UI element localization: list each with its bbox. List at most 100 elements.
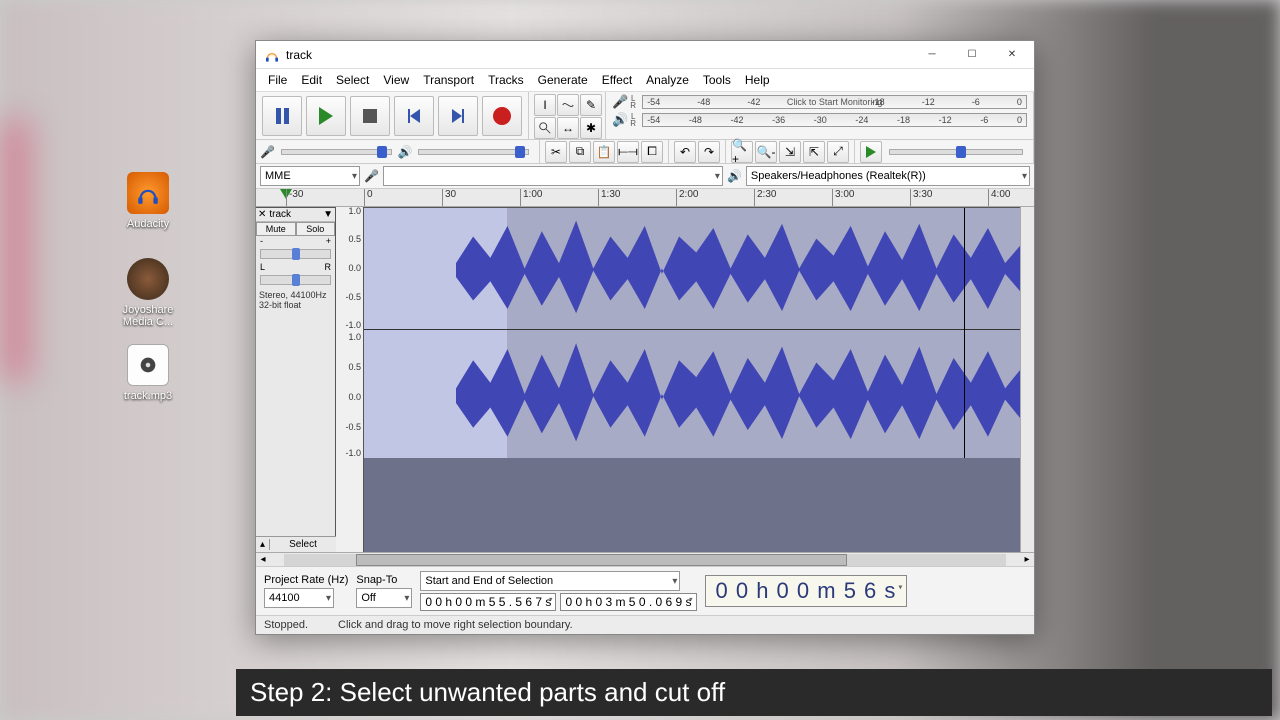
minimize-button[interactable]: ─: [912, 41, 952, 69]
audio-host-combo[interactable]: MME: [260, 166, 360, 186]
menu-transport[interactable]: Transport: [417, 71, 480, 89]
edit-cursor[interactable]: [964, 208, 965, 458]
track-format-info: Stereo, 44100Hz 32-bit float: [256, 288, 335, 312]
menu-edit[interactable]: Edit: [295, 71, 328, 89]
waveform-left-channel[interactable]: [364, 208, 1034, 330]
play-at-speed-button[interactable]: [860, 141, 882, 163]
snap-to-label: Snap-To: [356, 574, 412, 586]
play-button[interactable]: [306, 96, 346, 136]
menu-help[interactable]: Help: [739, 71, 776, 89]
pause-button[interactable]: [262, 96, 302, 136]
menubar: File Edit Select View Transport Tracks G…: [256, 69, 1034, 92]
close-button[interactable]: ✕: [992, 41, 1032, 69]
collapse-arrow-icon[interactable]: ▴: [256, 539, 270, 550]
menu-file[interactable]: File: [262, 71, 293, 89]
silence-icon[interactable]: ⧠: [641, 141, 663, 163]
playback-meter[interactable]: -54 -48 -42 -36 -30 -24 -18 -12 -6 0: [642, 113, 1027, 127]
status-hint: Click and drag to move right selection b…: [338, 619, 573, 631]
zoom-in-icon[interactable]: 🔍+: [731, 141, 753, 163]
maximize-button[interactable]: ☐: [952, 41, 992, 69]
redo-icon[interactable]: ↷: [698, 141, 720, 163]
zoom-tool-icon[interactable]: [534, 117, 556, 139]
speaker-icon[interactable]: 🔊: [612, 112, 628, 128]
mic-icon: 🎤: [364, 169, 379, 183]
solo-button[interactable]: Solo: [296, 222, 336, 236]
project-rate-combo[interactable]: 44100: [264, 588, 334, 608]
desktop-icon-audacity[interactable]: Audacity: [108, 172, 188, 230]
waveform-right-channel[interactable]: [364, 330, 1034, 458]
fit-selection-icon[interactable]: ⇲: [779, 141, 801, 163]
desktop-icon-label: Audacity: [108, 218, 188, 230]
desktop-icon-joyoshare[interactable]: Joyoshare Media C...: [108, 258, 188, 328]
menu-tools[interactable]: Tools: [697, 71, 737, 89]
mute-button[interactable]: Mute: [256, 222, 296, 236]
pan-slider[interactable]: [260, 275, 331, 285]
envelope-tool-icon[interactable]: [557, 94, 579, 116]
menu-analyze[interactable]: Analyze: [640, 71, 695, 89]
transport-toolbar: [256, 92, 529, 139]
copy-icon[interactable]: ⧉: [569, 141, 591, 163]
vertical-scale[interactable]: 1.0 0.5 0.0 -0.5 -1.0 1.0 0.5 0.0 -0.5 -…: [336, 207, 364, 552]
skip-end-button[interactable]: [438, 96, 478, 136]
titlebar[interactable]: track ─ ☐ ✕: [256, 41, 1034, 69]
zoom-out-icon[interactable]: 🔍-: [755, 141, 777, 163]
menu-tracks[interactable]: Tracks: [482, 71, 530, 89]
selection-end-field[interactable]: 0 0 h 0 3 m 5 0 . 0 6 9 s: [560, 593, 696, 611]
selection-tool-icon[interactable]: I: [534, 94, 556, 116]
recording-device-combo[interactable]: [383, 166, 723, 186]
track-area: ✕ track ▼ Mute Solo - + L R Stereo, 4410…: [256, 207, 1034, 552]
playback-device-combo[interactable]: Speakers/Headphones (Realtek(R)): [746, 166, 1030, 186]
cut-icon[interactable]: ✂: [545, 141, 567, 163]
stop-button[interactable]: [350, 96, 390, 136]
selection-toolbar: Project Rate (Hz) 44100 Snap-To Off Star…: [256, 566, 1034, 615]
status-state: Stopped.: [264, 619, 308, 631]
menu-effect[interactable]: Effect: [596, 71, 638, 89]
trim-icon[interactable]: ⟝⟞: [617, 141, 639, 163]
multi-tool-icon[interactable]: ✱: [580, 117, 602, 139]
recording-volume-slider[interactable]: [281, 149, 392, 155]
track-menu-icon[interactable]: ▼: [323, 209, 333, 220]
desktop-icon-trackmp3[interactable]: track.mp3: [108, 344, 188, 402]
track-name[interactable]: track: [269, 209, 320, 220]
meter-lr-label: LR: [628, 95, 638, 109]
track-close-icon[interactable]: ✕: [258, 209, 266, 220]
mic-icon[interactable]: 🎤: [612, 94, 628, 110]
track-control-panel[interactable]: ✕ track ▼ Mute Solo - + L R Stereo, 4410…: [256, 207, 336, 552]
tutorial-caption: Step 2: Select unwanted parts and cut of…: [236, 669, 1272, 716]
edit-toolbar: ✂ ⧉ 📋 ⟝⟞ ⧠: [540, 140, 669, 163]
menu-view[interactable]: View: [377, 71, 415, 89]
audacity-window: track ─ ☐ ✕ File Edit Select View Transp…: [255, 40, 1035, 635]
vertical-scrollbar[interactable]: [1020, 207, 1034, 552]
selection-mode-combo[interactable]: Start and End of Selection: [420, 571, 680, 591]
recording-meter[interactable]: Click to Start Monitoring -54 -48 -42 -1…: [642, 95, 1027, 109]
desktop-icon-label: Joyoshare Media C...: [108, 304, 188, 328]
skip-start-button[interactable]: [394, 96, 434, 136]
track-collapse-footer[interactable]: ▴ Select: [256, 536, 336, 552]
app-icon: [264, 47, 280, 63]
snap-to-combo[interactable]: Off: [356, 588, 412, 608]
track-select-button[interactable]: Select: [270, 539, 336, 550]
project-rate-label: Project Rate (Hz): [264, 574, 348, 586]
tools-toolbar: I ✎ ↔ ✱: [529, 92, 606, 139]
waveform-canvas[interactable]: [364, 207, 1034, 552]
timeline-ruler[interactable]: -30 0 30 1:00 1:30 2:00 2:30 3:00 3:30 4…: [256, 189, 1034, 207]
menu-generate[interactable]: Generate: [532, 71, 594, 89]
status-bar: Stopped. Click and drag to move right se…: [256, 615, 1034, 634]
timeshift-tool-icon[interactable]: ↔: [557, 117, 579, 139]
draw-tool-icon[interactable]: ✎: [580, 94, 602, 116]
zoom-toggle-icon[interactable]: ⤢: [827, 141, 849, 163]
horizontal-scrollbar[interactable]: ◂ ▸: [256, 552, 1034, 566]
paste-icon[interactable]: 📋: [593, 141, 615, 163]
gain-slider[interactable]: [260, 249, 331, 259]
undo-icon[interactable]: ↶: [674, 141, 696, 163]
record-button[interactable]: [482, 96, 522, 136]
selection-start-field[interactable]: 0 0 h 0 0 m 5 5 . 5 6 7 s: [420, 593, 556, 611]
speaker-icon: 🔊: [727, 169, 742, 183]
fit-project-icon[interactable]: ⇱: [803, 141, 825, 163]
mic-slider-icon: 🎤: [260, 145, 275, 159]
audio-position-field[interactable]: 0 0 h 0 0 m 5 6 s: [705, 575, 908, 607]
menu-select[interactable]: Select: [330, 71, 375, 89]
play-speed-slider[interactable]: [889, 149, 1023, 155]
playback-volume-slider[interactable]: [418, 149, 529, 155]
desktop-icon-label: track.mp3: [108, 390, 188, 402]
